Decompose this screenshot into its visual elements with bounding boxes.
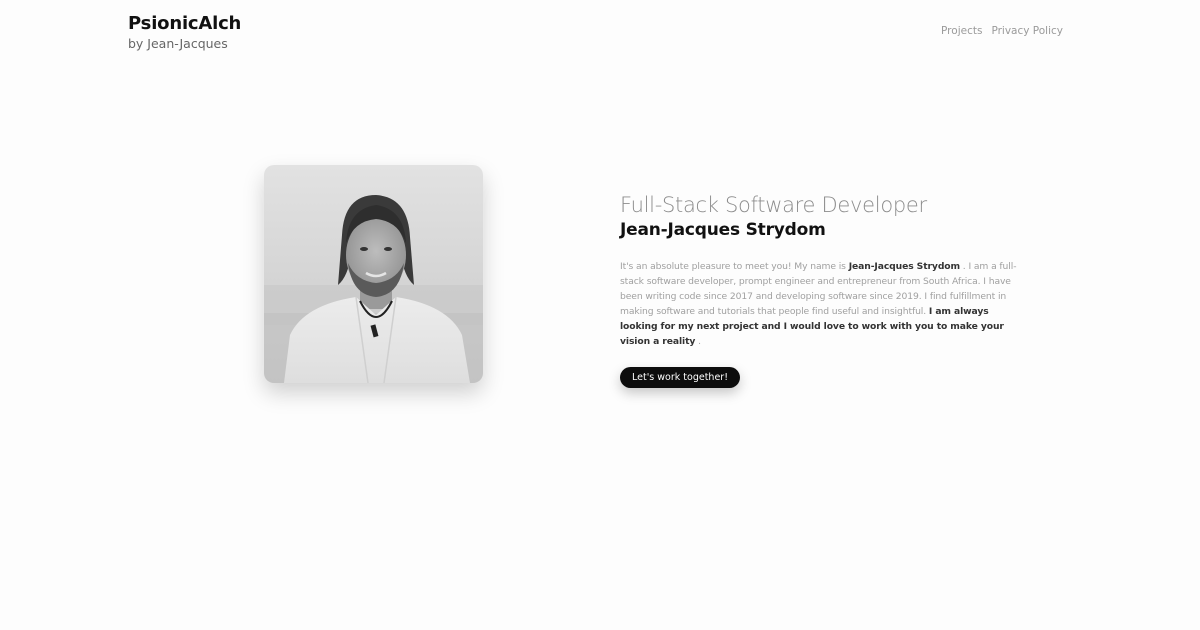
intro-section: Full-Stack Software Developer Jean-Jacqu… (620, 192, 1020, 389)
profile-photo (264, 165, 483, 383)
bio-text-1: It's an absolute pleasure to meet you! M… (620, 261, 849, 272)
brand[interactable]: PsionicAlch by Jean-Jacques (128, 13, 1063, 53)
brand-subtitle: by Jean-Jacques (128, 36, 228, 51)
bio-text-3: . (695, 336, 701, 347)
role-heading: Full-Stack Software Developer (620, 193, 927, 217)
nav-link-privacy-policy[interactable]: Privacy Policy (991, 25, 1063, 37)
nav-link-projects[interactable]: Projects (941, 25, 982, 37)
work-together-button[interactable]: Let's work together! (620, 367, 741, 389)
top-nav: Projects Privacy Policy (941, 25, 1063, 37)
site-header: PsionicAlch by Jean-Jacques Projects Pri… (128, 13, 1063, 57)
bio-paragraph: It's an absolute pleasure to meet you! M… (620, 259, 1020, 349)
portrait-photo-icon (264, 165, 483, 383)
bio-name-bold: Jean-Jacques Strydom (848, 261, 960, 272)
name-heading: Jean-Jacques Strydom (620, 220, 826, 240)
brand-title[interactable]: PsionicAlch (128, 13, 1063, 35)
